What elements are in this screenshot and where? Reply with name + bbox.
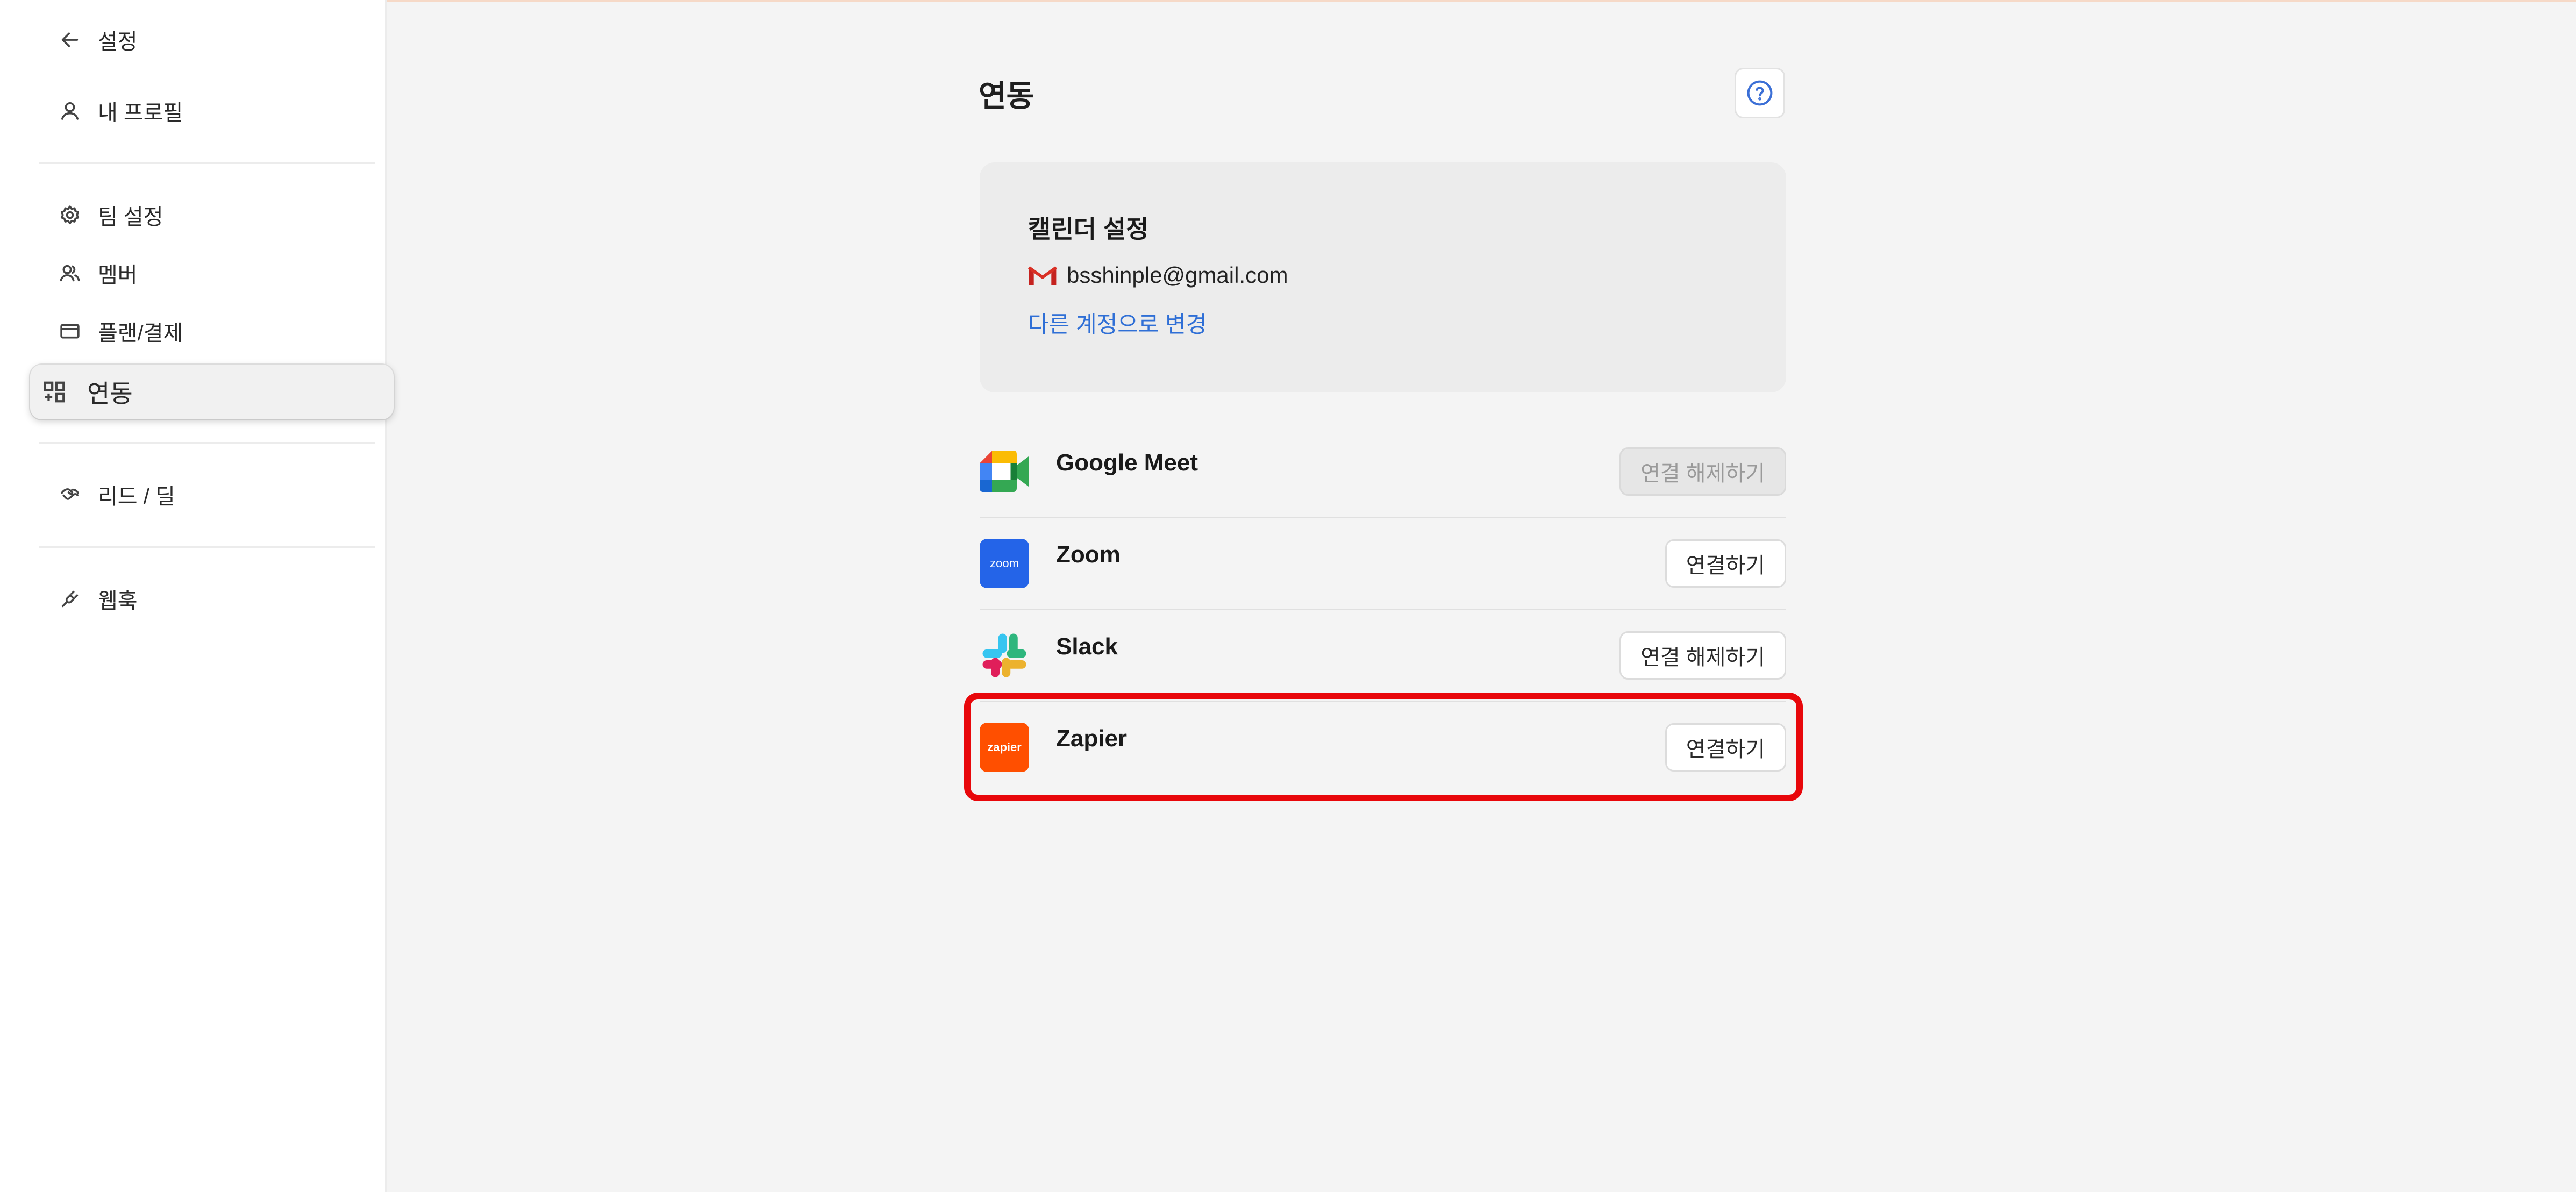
calendar-settings-card: 캘린더 설정 bsshinple@gmail.com 다른 계정으로 변경 bbox=[980, 162, 1786, 392]
arrow-left-icon bbox=[58, 28, 82, 52]
highlight-box bbox=[964, 693, 1803, 801]
zoom-logo-text: zoom bbox=[990, 556, 1019, 570]
gear-icon bbox=[58, 203, 82, 227]
sidebar-item-label: 웹훅 bbox=[98, 589, 138, 613]
change-account-link[interactable]: 다른 계정으로 변경 bbox=[1028, 306, 1207, 339]
gmail-icon bbox=[1027, 263, 1067, 287]
sidebar-divider bbox=[39, 162, 375, 164]
disconnect-button[interactable]: 연결 해제하기 bbox=[1619, 631, 1786, 680]
user-icon bbox=[58, 99, 82, 123]
sidebar-item-label: 리드 / 딜 bbox=[98, 485, 175, 509]
members-icon bbox=[58, 261, 82, 285]
slack-logo-icon bbox=[980, 631, 1029, 680]
sidebar-item-plan-billing[interactable]: 플랜/결제 bbox=[58, 310, 183, 353]
calendar-email: bsshinple@gmail.com bbox=[1067, 262, 1288, 288]
back-button[interactable]: 설정 bbox=[58, 18, 138, 61]
integration-name: Zoom bbox=[1056, 541, 1121, 568]
card-icon bbox=[58, 319, 82, 343]
integration-name: Slack bbox=[1056, 633, 1118, 660]
sidebar-divider bbox=[39, 546, 375, 548]
sidebar-item-webhook[interactable]: 웹훅 bbox=[58, 577, 138, 620]
sidebar-item-label: 멤버 bbox=[98, 263, 138, 287]
integration-icon bbox=[41, 379, 68, 405]
back-label: 설정 bbox=[98, 30, 138, 54]
sidebar-item-integrations[interactable]: 연동 bbox=[30, 365, 394, 419]
connect-button[interactable]: 연결하기 bbox=[1665, 539, 1786, 588]
zoom-logo-icon: zoom bbox=[980, 539, 1029, 588]
sidebar-item-label: 연동 bbox=[87, 380, 133, 408]
sidebar-item-label: 플랜/결제 bbox=[98, 322, 183, 345]
sidebar-item-label: 내 프로필 bbox=[98, 101, 183, 125]
help-button[interactable] bbox=[1735, 68, 1785, 118]
disconnect-button[interactable]: 연결 해제하기 bbox=[1619, 447, 1786, 496]
sidebar-divider bbox=[39, 442, 375, 444]
calendar-account: bsshinple@gmail.com bbox=[1027, 262, 1288, 288]
page-title: 연동 bbox=[979, 79, 1034, 113]
settings-sidebar: 설정 내 프로필 팀 설정 멤버 플랜/결제 연동 리드 / 딜 웹훅 bbox=[0, 0, 394, 1192]
handshake-icon bbox=[58, 483, 82, 506]
sidebar-item-members[interactable]: 멤버 bbox=[58, 252, 138, 295]
integration-row-zoom: zoom Zoom 연결하기 bbox=[980, 518, 1786, 609]
integration-row-slack: Slack 연결 해제하기 bbox=[980, 610, 1786, 701]
sidebar-item-leads-deals[interactable]: 리드 / 딜 bbox=[58, 473, 175, 516]
sidebar-item-team-settings[interactable]: 팀 설정 bbox=[58, 194, 163, 237]
question-circle-icon bbox=[1745, 78, 1774, 108]
integration-row-google-meet: Google Meet 연결 해제하기 bbox=[980, 426, 1786, 517]
integration-name: Google Meet bbox=[1056, 449, 1198, 476]
webhook-icon bbox=[58, 587, 82, 611]
calendar-settings-title: 캘린더 설정 bbox=[1028, 215, 1149, 243]
sidebar-item-profile[interactable]: 내 프로필 bbox=[58, 89, 183, 132]
google-meet-logo-icon bbox=[980, 447, 1029, 496]
sidebar-item-label: 팀 설정 bbox=[98, 205, 163, 229]
